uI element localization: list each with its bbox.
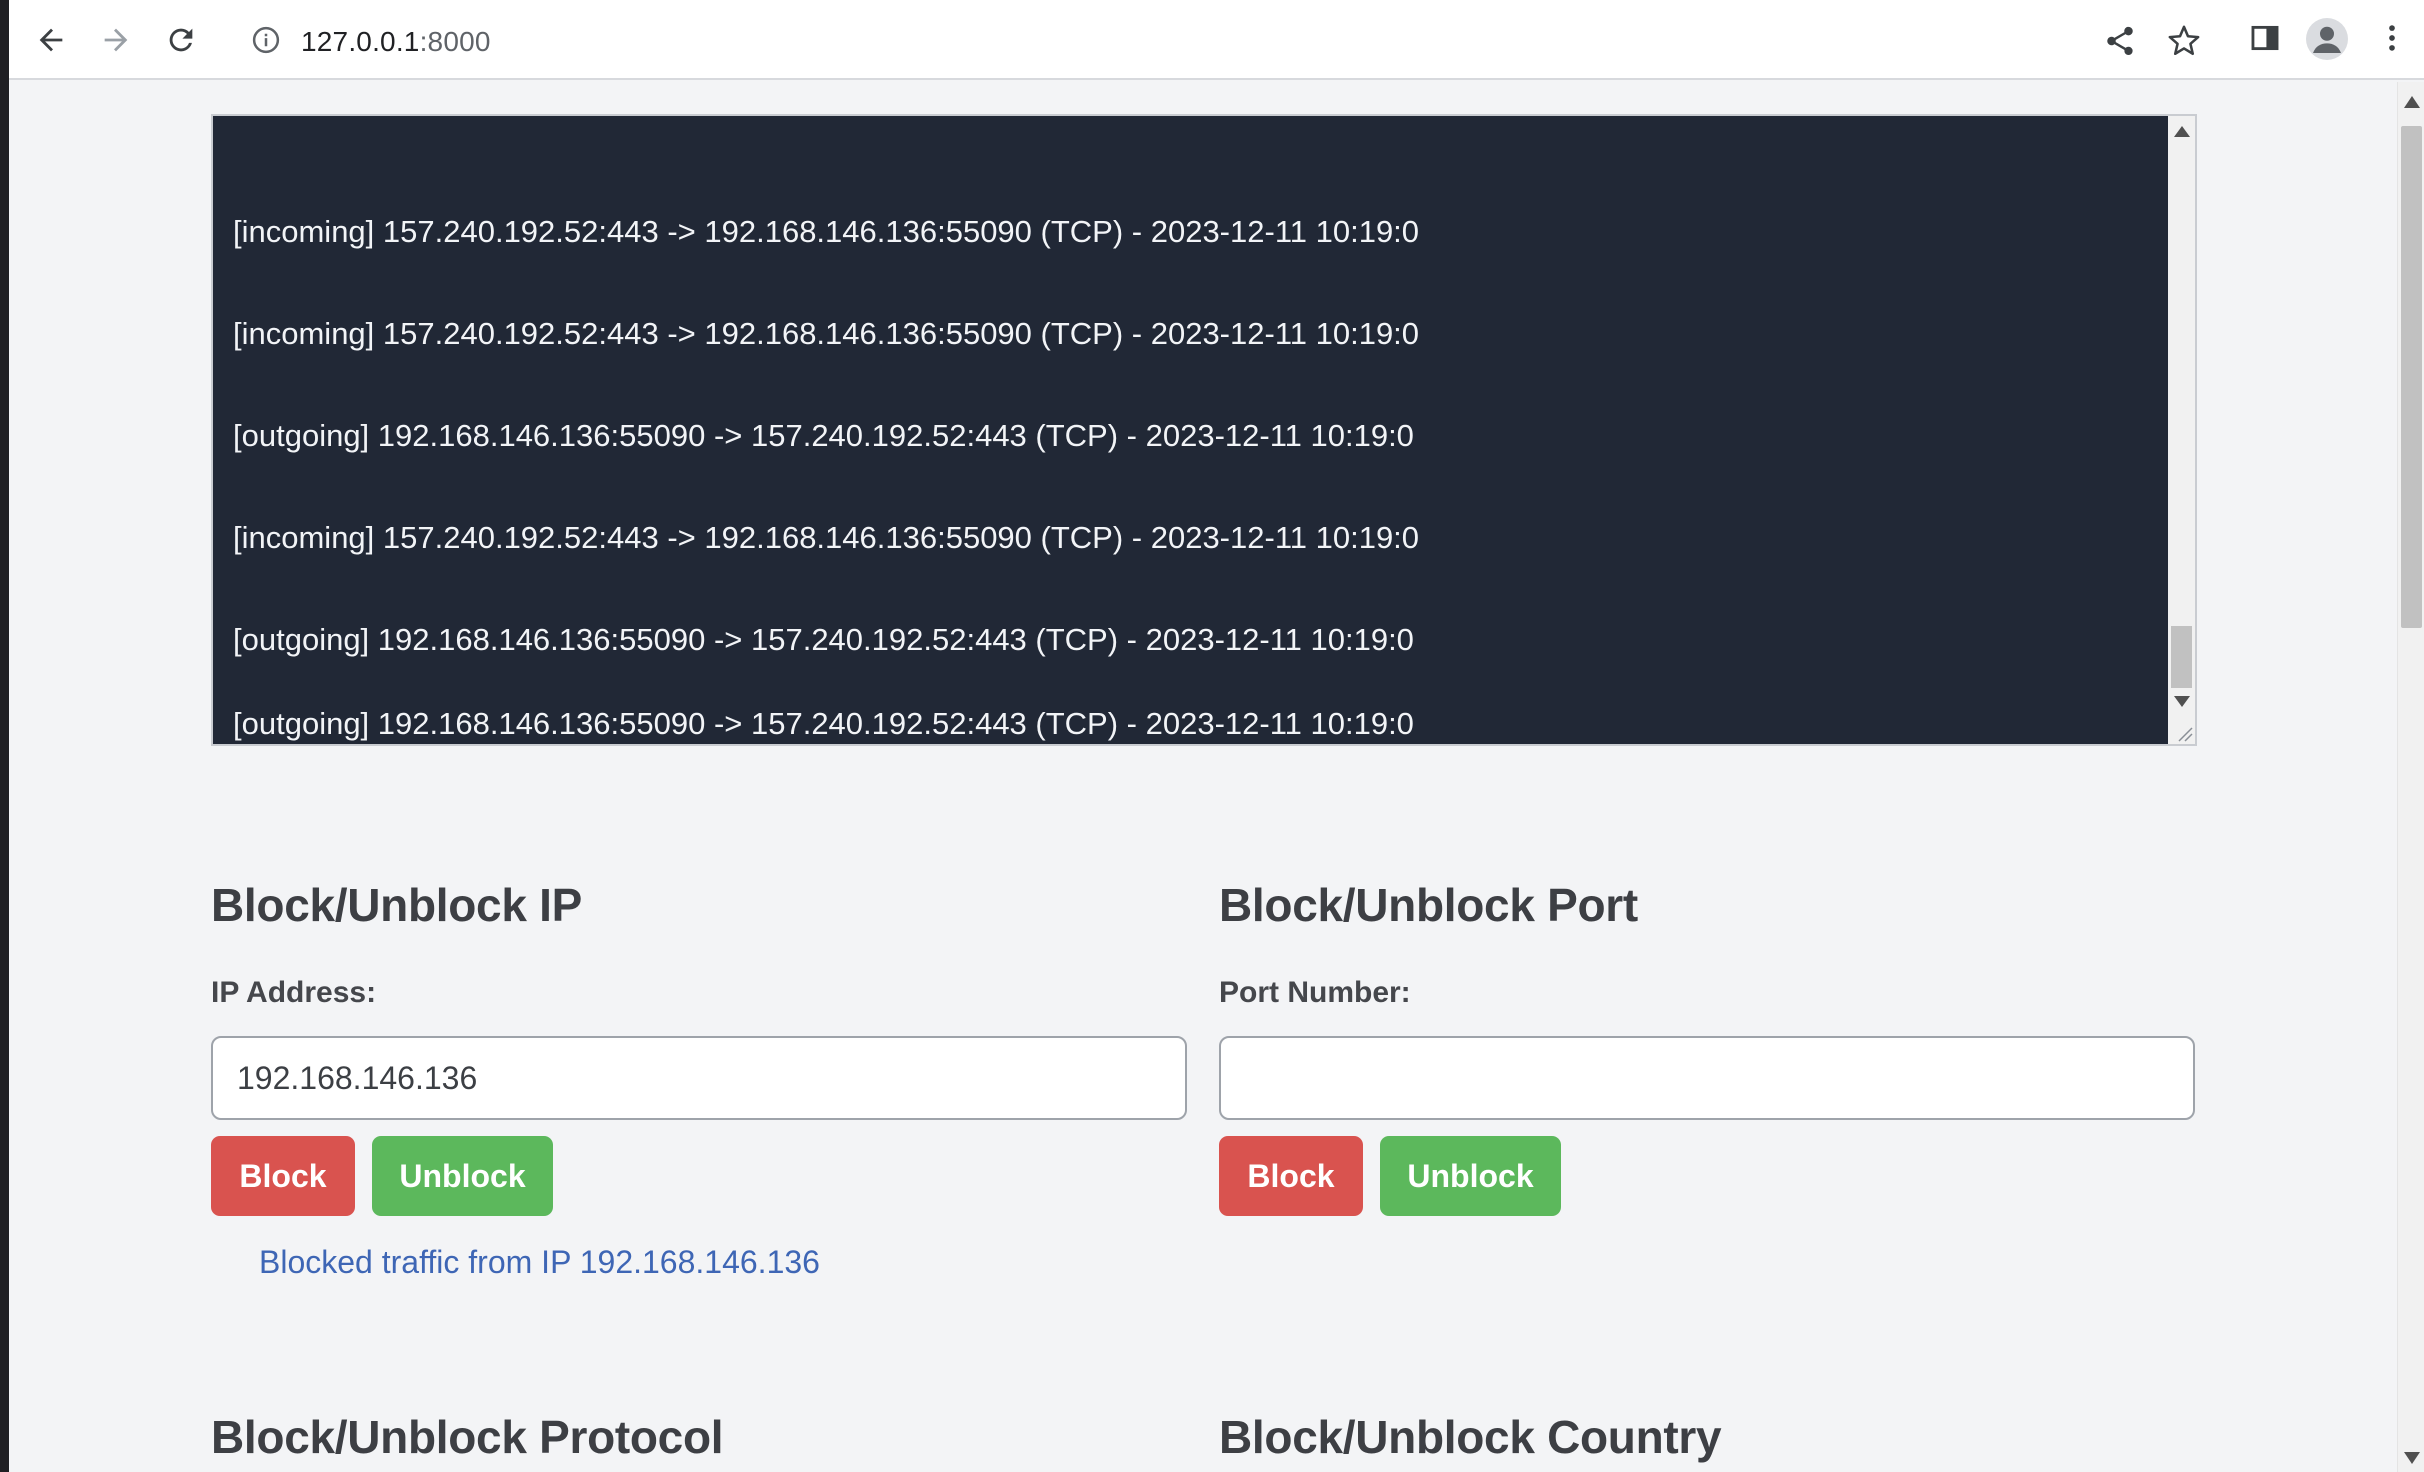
menu-button[interactable] bbox=[2372, 18, 2412, 58]
info-icon[interactable] bbox=[251, 25, 281, 55]
scrollbar-thumb[interactable] bbox=[2401, 126, 2422, 628]
section-title: Block/Unblock Protocol bbox=[211, 1411, 724, 1463]
url-port: :8000 bbox=[419, 26, 491, 57]
log-scrollbar[interactable] bbox=[2168, 116, 2195, 744]
scroll-down-arrow-icon[interactable] bbox=[2174, 696, 2190, 707]
profile-avatar[interactable] bbox=[2306, 18, 2348, 60]
page-scrollbar[interactable] bbox=[2397, 82, 2424, 1472]
window-edge bbox=[0, 0, 9, 1472]
browser-toolbar: 127.0.0.1:8000 bbox=[9, 0, 2424, 80]
ip-status-message: Blocked traffic from IP 192.168.146.136 bbox=[259, 1244, 820, 1280]
url-text[interactable]: 127.0.0.1:8000 bbox=[301, 26, 491, 58]
person-icon bbox=[2313, 26, 2341, 53]
star-icon bbox=[2168, 25, 2200, 56]
section-title: Block/Unblock IP bbox=[211, 879, 582, 931]
scroll-up-arrow-icon[interactable] bbox=[2404, 96, 2420, 108]
side-panel-icon bbox=[2251, 25, 2279, 51]
ip-address-input[interactable] bbox=[211, 1036, 1187, 1120]
page-viewport: [incoming] 157.240.192.52:443 -> 192.168… bbox=[9, 82, 2397, 1472]
block-protocol-section: Block/Unblock Protocol bbox=[211, 1410, 1187, 1464]
scroll-up-arrow-icon[interactable] bbox=[2174, 126, 2190, 137]
address-bar[interactable]: 127.0.0.1:8000 bbox=[225, 6, 2200, 72]
side-panel-button[interactable] bbox=[2245, 18, 2285, 58]
more-vert-icon bbox=[2389, 25, 2395, 51]
block-ip-button[interactable]: Block bbox=[211, 1136, 355, 1216]
log-line: [outgoing] 192.168.146.136:55090 -> 157.… bbox=[233, 622, 1414, 657]
reload-icon bbox=[169, 28, 193, 52]
block-country-section: Block/Unblock Country bbox=[1219, 1410, 2195, 1464]
log-line: [outgoing] 192.168.146.136:55090 -> 157.… bbox=[233, 418, 1414, 453]
port-number-input[interactable] bbox=[1219, 1036, 2195, 1120]
log-line-partial: [outgoing] 192.168.146.136:55090 -> 157.… bbox=[233, 706, 1414, 741]
log-line: [incoming] 157.240.192.52:443 -> 192.168… bbox=[233, 520, 1420, 555]
log-line: [incoming] 157.240.192.52:443 -> 192.168… bbox=[233, 316, 1420, 351]
scroll-down-arrow-icon[interactable] bbox=[2404, 1452, 2420, 1464]
forward-button[interactable] bbox=[90, 14, 142, 66]
bookmark-button[interactable] bbox=[2167, 24, 2201, 58]
section-title: Block/Unblock Country bbox=[1219, 1411, 1722, 1463]
arrow-right-icon bbox=[104, 28, 128, 52]
scrollbar-thumb[interactable] bbox=[2171, 626, 2192, 688]
ip-address-label: IP Address: bbox=[211, 976, 377, 1009]
share-button[interactable] bbox=[2103, 24, 2137, 58]
url-host: 127.0.0.1 bbox=[301, 26, 420, 57]
section-title: Block/Unblock Port bbox=[1219, 879, 1638, 931]
back-button[interactable] bbox=[25, 14, 77, 66]
block-ip-section: Block/Unblock IP bbox=[211, 878, 1187, 932]
traffic-log[interactable]: [incoming] 157.240.192.52:443 -> 192.168… bbox=[211, 114, 2197, 746]
log-line: [incoming] 157.240.192.52:443 -> 192.168… bbox=[233, 214, 1420, 249]
reload-button[interactable] bbox=[155, 14, 207, 66]
resize-grip-icon[interactable] bbox=[2175, 724, 2193, 742]
unblock-ip-button[interactable]: Unblock bbox=[372, 1136, 553, 1216]
arrow-left-icon bbox=[39, 28, 63, 52]
port-number-label: Port Number: bbox=[1219, 976, 1411, 1009]
block-port-button[interactable]: Block bbox=[1219, 1136, 1363, 1216]
block-port-section: Block/Unblock Port bbox=[1219, 878, 2195, 932]
share-icon bbox=[2107, 26, 2133, 56]
unblock-port-button[interactable]: Unblock bbox=[1380, 1136, 1561, 1216]
